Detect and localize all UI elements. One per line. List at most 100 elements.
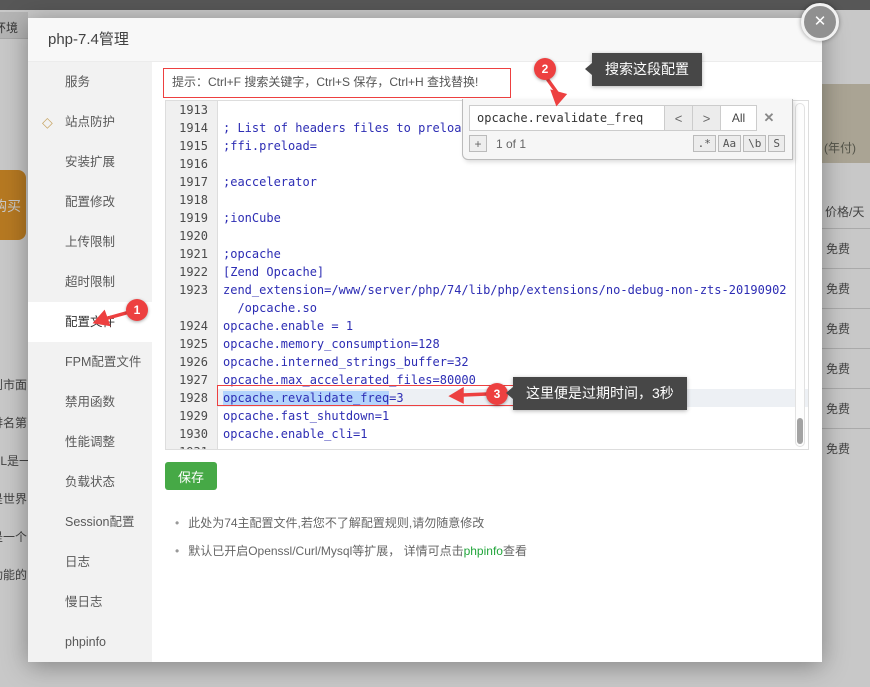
line-number: 1931 bbox=[166, 443, 218, 450]
code-text: /opcache.so bbox=[218, 299, 808, 317]
search-panel: < > All ✕ + 1 of 1 .* Aa \b S bbox=[462, 99, 793, 160]
line-number: 1914 bbox=[166, 119, 218, 137]
sidebar-item-站点防护[interactable]: ◇站点防护 bbox=[28, 102, 152, 142]
code-line: 1923zend_extension=/www/server/php/74/li… bbox=[166, 281, 808, 299]
line-number: 1926 bbox=[166, 353, 218, 371]
sidebar-item-phpinfo[interactable]: phpinfo bbox=[28, 622, 152, 662]
scrollbar-thumb[interactable] bbox=[797, 418, 803, 444]
step-3-badge: 3 bbox=[486, 383, 508, 405]
word-toggle[interactable]: \b bbox=[743, 135, 766, 152]
code-line: 1918 bbox=[166, 191, 808, 209]
sidebar-item-label: FPM配置文件 bbox=[65, 355, 141, 369]
line-number: 1921 bbox=[166, 245, 218, 263]
code-line: 1925opcache.memory_consumption=128 bbox=[166, 335, 808, 353]
code-line: 1919;ionCube bbox=[166, 209, 808, 227]
code-text: zend_extension=/www/server/php/74/lib/ph… bbox=[218, 281, 808, 299]
line-number: 1925 bbox=[166, 335, 218, 353]
code-line: 1917;eaccelerator bbox=[166, 173, 808, 191]
sidebar-item-label: 安装扩展 bbox=[65, 155, 115, 169]
sidebar-item-Session配置[interactable]: Session配置 bbox=[28, 502, 152, 542]
step-1-badge: 1 bbox=[126, 299, 148, 321]
note-text: 查看 bbox=[503, 544, 527, 558]
code-text: opcache.interned_strings_buffer=32 bbox=[218, 353, 808, 371]
sidebar-item-服务[interactable]: 服务 bbox=[28, 62, 152, 102]
find-prev-button[interactable]: < bbox=[664, 105, 693, 131]
editor-tip: 提示：Ctrl+F 搜索关键字，Ctrl+S 保存，Ctrl+H 查找替换! bbox=[163, 68, 511, 98]
line-number: 1927 bbox=[166, 371, 218, 389]
regex-toggle[interactable]: .* bbox=[693, 135, 716, 152]
save-button[interactable]: 保存 bbox=[165, 462, 217, 490]
line-number: 1915 bbox=[166, 137, 218, 155]
sidebar-item-label: 配置修改 bbox=[65, 195, 115, 209]
code-text: ;opcache bbox=[218, 245, 808, 263]
sidebar-item-上传限制[interactable]: 上传限制 bbox=[28, 222, 152, 262]
code-line: 1929opcache.fast_shutdown=1 bbox=[166, 407, 808, 425]
close-button[interactable]: ✕ bbox=[801, 3, 839, 41]
line-number: 1922 bbox=[166, 263, 218, 281]
sidebar-item-label: 上传限制 bbox=[65, 235, 115, 249]
sidebar-item-label: 禁用函数 bbox=[65, 395, 115, 409]
sidebar-item-日志[interactable]: 日志 bbox=[28, 542, 152, 582]
selection-toggle[interactable]: S bbox=[768, 135, 785, 152]
sidebar-item-label: Session配置 bbox=[65, 515, 134, 529]
sidebar-item-FPM配置文件[interactable]: FPM配置文件 bbox=[28, 342, 152, 382]
line-number: 1913 bbox=[166, 101, 218, 119]
phpinfo-link[interactable]: phpinfo bbox=[464, 544, 503, 558]
sidebar-item-负载状态[interactable]: 负载状态 bbox=[28, 462, 152, 502]
code-text: opcache.enable = 1 bbox=[218, 317, 808, 335]
code-text: opcache.memory_consumption=128 bbox=[218, 335, 808, 353]
php-manage-dialog: php-7.4管理 服务◇站点防护安装扩展配置修改上传限制超时限制配置文件FPM… bbox=[28, 18, 822, 662]
line-number: 1920 bbox=[166, 227, 218, 245]
line-number: 1930 bbox=[166, 425, 218, 443]
search-options-row: + 1 of 1 .* Aa \b S bbox=[463, 134, 792, 152]
sidebar-item-性能调整[interactable]: 性能调整 bbox=[28, 422, 152, 462]
code-line: 1922[Zend Opcache] bbox=[166, 263, 808, 281]
code-text: ;eaccelerator bbox=[218, 173, 808, 191]
code-text: ;ionCube bbox=[218, 209, 808, 227]
find-all-button[interactable]: All bbox=[720, 105, 757, 131]
step-2-badge: 2 bbox=[534, 58, 556, 80]
line-number: 1919 bbox=[166, 209, 218, 227]
code-text: [Zend Opcache] bbox=[218, 263, 808, 281]
find-next-button[interactable]: > bbox=[692, 105, 721, 131]
note-line: •此处为74主配置文件,若您不了解配置规则,请勿随意修改 bbox=[175, 514, 484, 531]
toggle-replace-button[interactable]: + bbox=[469, 135, 487, 152]
note-text: 默认已开启Openssl/Curl/Mysql等扩展， 详情可点击 bbox=[188, 544, 463, 558]
sidebar: 服务◇站点防护安装扩展配置修改上传限制超时限制配置文件FPM配置文件禁用函数性能… bbox=[28, 62, 152, 662]
line-number: 1924 bbox=[166, 317, 218, 335]
code-line: 1926opcache.interned_strings_buffer=32 bbox=[166, 353, 808, 371]
sidebar-item-配置修改[interactable]: 配置修改 bbox=[28, 182, 152, 222]
screen: 环境 购买 到市面排名第QL是一是世界是一个功能的 (年付) 价格/天 免费免费… bbox=[0, 0, 870, 687]
sidebar-item-label: 日志 bbox=[65, 555, 90, 569]
code-text bbox=[218, 191, 808, 209]
dialog-title: php-7.4管理 bbox=[48, 18, 129, 62]
code-text: opcache.enable_cli=1 bbox=[218, 425, 808, 443]
sidebar-item-label: 超时限制 bbox=[65, 275, 115, 289]
line-number: 1923 bbox=[166, 281, 218, 299]
match-counter: 1 of 1 bbox=[496, 137, 691, 151]
sidebar-item-label: 性能调整 bbox=[65, 435, 115, 449]
close-icon: ✕ bbox=[814, 13, 827, 30]
search-row: < > All ✕ bbox=[463, 99, 792, 134]
line-number: 1916 bbox=[166, 155, 218, 173]
sidebar-item-安装扩展[interactable]: 安装扩展 bbox=[28, 142, 152, 182]
code-line: 1931 bbox=[166, 443, 808, 450]
case-toggle[interactable]: Aa bbox=[718, 135, 741, 152]
code-line: 1930opcache.enable_cli=1 bbox=[166, 425, 808, 443]
line-number bbox=[166, 299, 218, 317]
search-close-icon[interactable]: ✕ bbox=[757, 105, 781, 131]
line-number: 1928 bbox=[166, 389, 218, 407]
code-text bbox=[218, 443, 808, 450]
sidebar-item-禁用函数[interactable]: 禁用函数 bbox=[28, 382, 152, 422]
sidebar-item-慢日志[interactable]: 慢日志 bbox=[28, 582, 152, 622]
search-input[interactable] bbox=[469, 105, 665, 131]
sidebar-item-label: 站点防护 bbox=[65, 115, 115, 129]
step-3-tooltip: 这里便是过期时间，3秒 bbox=[513, 377, 687, 410]
sidebar-item-label: 服务 bbox=[65, 75, 90, 89]
code-line: /opcache.so bbox=[166, 299, 808, 317]
line-number: 1917 bbox=[166, 173, 218, 191]
sidebar-item-超时限制[interactable]: 超时限制 bbox=[28, 262, 152, 302]
editor-scrollbar[interactable] bbox=[795, 103, 805, 447]
code-line: 1924opcache.enable = 1 bbox=[166, 317, 808, 335]
note-line: •默认已开启Openssl/Curl/Mysql等扩展， 详情可点击phpinf… bbox=[175, 542, 527, 559]
